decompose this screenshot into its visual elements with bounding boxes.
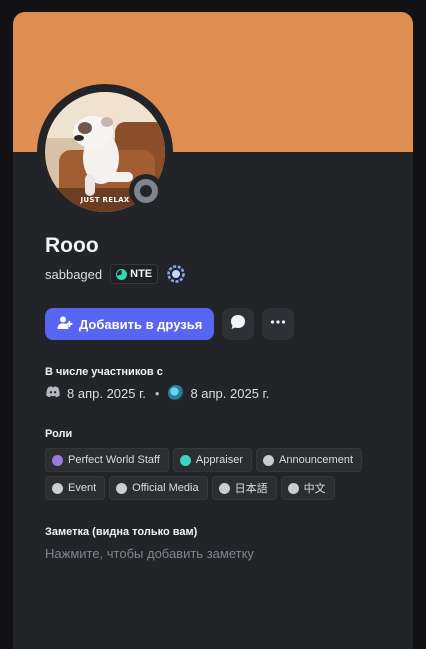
note-input[interactable]: Нажмите, чтобы добавить заметку [45,546,254,561]
role-color-dot [263,454,274,466]
username-row: sabbaged NTE [45,264,186,284]
note-title: Заметка (видна только вам) [45,526,198,538]
role-color-dot [52,454,63,466]
username[interactable]: sabbaged [45,267,102,282]
role-label: Event [68,482,97,494]
more-dots-icon [269,313,287,336]
role-pill[interactable]: 日本語 [211,476,277,500]
add-friend-label: Добавить в друзья [79,316,203,332]
role-label: 日本語 [234,483,268,495]
add-friend-button[interactable]: Добавить в друзья [45,308,215,340]
profile-card: JUST RELAX Rooo sabbaged NTE Добавить в … [13,12,413,649]
member-since-row: 8 апр. 2025 г. • 8 апр. 2025 г. [45,384,269,402]
discord-logo-icon [45,384,61,403]
role-color-dot [52,482,63,494]
offline-status-icon [134,179,158,203]
display-name: Rooo [45,234,99,257]
server-tag-icon [116,268,128,280]
role-pill[interactable]: Perfect World Staff [45,448,169,472]
role-label: 中文 [303,483,326,495]
server-member-date: 8 апр. 2025 г. [190,385,270,401]
role-color-dot [179,454,191,466]
role-pill[interactable]: 中文 [280,476,335,500]
role-label: Official Media [132,482,199,494]
role-color-dot [218,482,230,494]
message-button[interactable] [222,308,255,340]
role-color-dot [287,482,299,494]
status-indicator [129,174,163,208]
member-since-title: В числе участников с [45,366,163,378]
action-bar: Добавить в друзья [45,308,295,340]
role-label: Perfect World Staff [68,454,160,466]
message-bubble-icon [229,313,247,336]
role-pill[interactable]: Announcement [256,448,362,472]
avatar-ring: JUST RELAX [37,84,173,220]
role-label: Appraiser [195,454,243,466]
role-pill[interactable]: Event [45,476,106,500]
server-tag[interactable]: NTE [110,264,159,284]
roles-title: Роли [45,428,73,440]
role-pill[interactable]: Official Media [109,476,208,500]
add-friend-icon [57,315,73,334]
roles-list: Perfect World Staff Appraiser Announcement… [45,448,385,500]
discord-member-date: 8 апр. 2025 г. [67,385,146,401]
nitro-badge-icon[interactable] [166,264,186,284]
role-pill[interactable]: Appraiser [172,448,252,472]
server-icon [168,385,185,401]
role-label: Announcement [279,454,353,466]
more-button[interactable] [262,308,295,340]
server-tag-label: NTE [130,268,153,280]
role-color-dot [116,482,128,494]
date-separator: • [154,385,160,401]
